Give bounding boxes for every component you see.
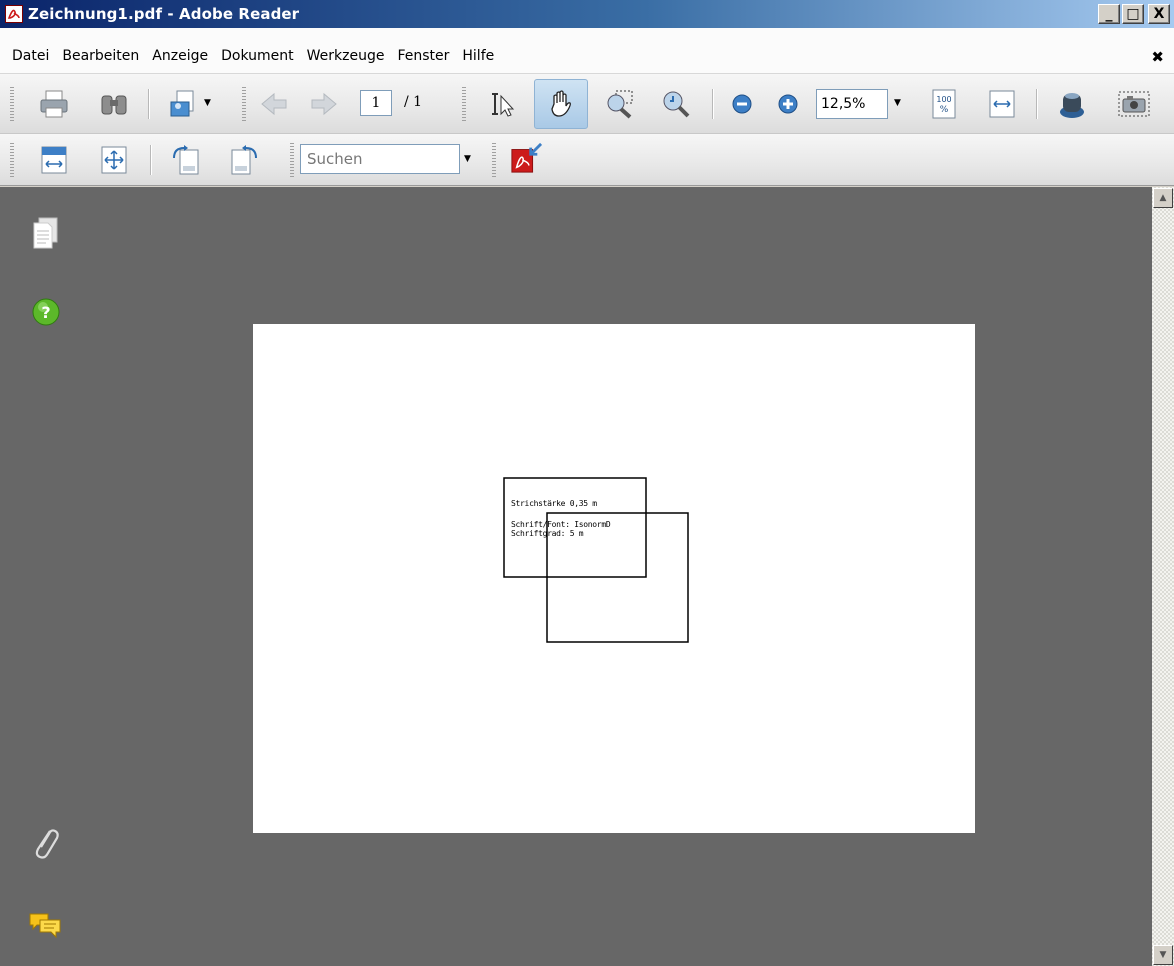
fit-width-icon[interactable] <box>986 88 1018 120</box>
menu-werkzeuge[interactable]: Werkzeuge <box>301 48 392 64</box>
comments-icon[interactable] <box>28 911 62 943</box>
menu-fenster[interactable]: Fenster <box>391 48 456 64</box>
line-weight-label: Strichstärke 0,35 m <box>511 499 597 508</box>
toolbar-separator <box>150 145 152 175</box>
menu-anzeige[interactable]: Anzeige <box>146 48 215 64</box>
toolbar-grip[interactable] <box>10 87 14 121</box>
scroll-down-button[interactable]: ▼ <box>1153 945 1173 965</box>
previous-page-icon[interactable] <box>258 88 290 120</box>
menu-hilfe[interactable]: Hilfe <box>456 48 501 64</box>
select-text-icon[interactable] <box>486 88 518 120</box>
scroll-up-button[interactable]: ▲ <box>1153 188 1173 208</box>
email-share-icon[interactable] <box>168 88 200 120</box>
adobe-reader-icon <box>5 5 23 23</box>
svg-text:%: % <box>940 105 949 115</box>
drawing-lines <box>503 477 689 643</box>
snapshot-camera-icon[interactable] <box>1118 88 1150 120</box>
actual-size-icon[interactable]: 100 % <box>928 88 960 120</box>
font-label: Schrift/Font: IsonormD <box>511 520 611 529</box>
zoom-level-input[interactable]: 12,5% <box>816 89 888 119</box>
chevron-down-icon[interactable]: ▼ <box>204 98 214 108</box>
toolbar-separator <box>148 89 150 119</box>
zoom-in-icon[interactable] <box>778 94 798 114</box>
menu-datei[interactable]: Datei <box>6 48 56 64</box>
toolbar-grip[interactable] <box>492 143 496 177</box>
zoom-dropdown-icon[interactable]: ▼ <box>894 98 904 108</box>
loupe-tool-icon[interactable] <box>1056 88 1088 120</box>
toolbar-grip[interactable] <box>242 87 246 121</box>
maximize-button[interactable]: □ <box>1122 4 1144 24</box>
menu-bar: Datei Bearbeiten Anzeige Dokument Werkze… <box>0 28 1174 74</box>
vertical-scrollbar[interactable]: ▲ ▼ <box>1152 187 1174 966</box>
pages-icon[interactable] <box>32 217 60 253</box>
toolbar-grip[interactable] <box>10 143 14 177</box>
toolbar-separator <box>1036 89 1038 119</box>
print-icon[interactable] <box>38 88 70 120</box>
menu-bearbeiten[interactable]: Bearbeiten <box>56 48 146 64</box>
hand-icon <box>545 88 577 120</box>
acrobat-logo-icon[interactable] <box>510 142 542 174</box>
menu-dokument[interactable]: Dokument <box>215 48 301 64</box>
page-number-input[interactable]: 1 <box>360 90 392 116</box>
title-bar: Zeichnung1.pdf - Adobe Reader _ □ X <box>0 0 1174 28</box>
pdf-page[interactable]: Strichstärke 0,35 m Schrift/Font: Isonor… <box>253 324 975 833</box>
close-button[interactable]: X <box>1148 4 1170 24</box>
search-dropdown-icon[interactable]: ▼ <box>464 154 474 164</box>
dynamic-zoom-icon[interactable] <box>660 88 692 120</box>
svg-text:?: ? <box>41 303 50 322</box>
binoculars-icon[interactable] <box>98 88 130 120</box>
font-size-label: Schriftgrad: 5 m <box>511 529 584 538</box>
help-icon[interactable]: ? <box>31 297 61 331</box>
fit-page-icon[interactable] <box>98 144 130 176</box>
toolbar-separator <box>712 89 714 119</box>
svg-text:100: 100 <box>936 95 951 104</box>
window-title: Zeichnung1.pdf - Adobe Reader <box>28 5 300 23</box>
page-total: / 1 <box>404 94 423 110</box>
close-document-icon[interactable]: ✖ <box>1151 48 1164 66</box>
marquee-zoom-icon[interactable] <box>604 88 636 120</box>
minimize-button[interactable]: _ <box>1098 4 1120 24</box>
attachments-paperclip-icon[interactable] <box>30 825 60 865</box>
rotate-clockwise-icon[interactable] <box>228 144 260 176</box>
fit-page-width-icon[interactable] <box>38 144 70 176</box>
zoom-out-icon[interactable] <box>732 94 752 114</box>
document-workspace[interactable]: ? Strichstärke 0,35 m Schrift/Font: Ison… <box>0 187 1152 966</box>
rotate-counterclockwise-icon[interactable] <box>170 144 202 176</box>
next-page-icon[interactable] <box>308 88 340 120</box>
search-input[interactable]: Suchen <box>300 144 460 174</box>
toolbar-grip[interactable] <box>290 143 294 177</box>
toolbar-grip[interactable] <box>462 87 466 121</box>
